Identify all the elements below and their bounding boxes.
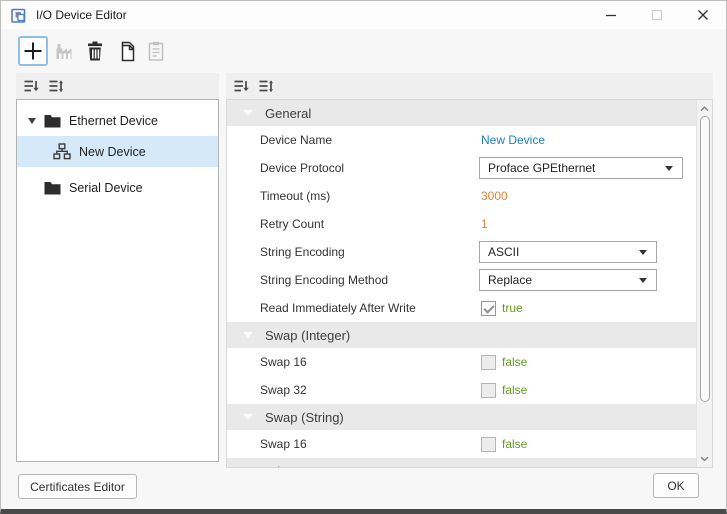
property-row: Device Name New Device xyxy=(227,126,696,154)
tree-panel-toolbar xyxy=(16,73,219,99)
section-label: General xyxy=(265,105,312,121)
device-name-value[interactable]: New Device xyxy=(481,133,545,147)
checkbox-value-label: false xyxy=(502,355,528,369)
section-label: Swap (Integer) xyxy=(265,327,351,343)
swap16-str-checkbox[interactable] xyxy=(481,436,496,452)
property-grid-content: General Device Name New Device Device Pr… xyxy=(227,100,696,468)
property-row: String Encoding ASCII xyxy=(227,238,696,266)
timeout-value[interactable]: 3000 xyxy=(481,189,508,203)
retry-count-value[interactable]: 1 xyxy=(481,217,488,231)
property-label: Read Immediately After Write xyxy=(260,301,416,315)
property-row: Timeout (ms) 3000 xyxy=(227,182,696,210)
expand-all-icon[interactable] xyxy=(48,78,65,95)
section-label: Swap (String) xyxy=(265,409,344,425)
swap32-int-checkbox[interactable] xyxy=(481,382,496,398)
property-row: Swap 16 false xyxy=(227,430,696,458)
property-label: String Encoding xyxy=(260,245,345,259)
device-group-icon xyxy=(54,40,76,62)
string-encoding-dropdown[interactable]: ASCII xyxy=(479,241,657,263)
property-row: Read Immediately After Write true xyxy=(227,294,696,322)
section-collapse-icon xyxy=(243,414,253,420)
tree-expander-icon[interactable] xyxy=(28,117,36,124)
scroll-up-icon[interactable] xyxy=(697,102,712,115)
chevron-down-icon xyxy=(639,249,647,255)
property-row: Retry Count 1 xyxy=(227,210,696,238)
scroll-down-icon[interactable] xyxy=(697,452,712,465)
section-swap-integer[interactable]: Swap (Integer) xyxy=(227,322,696,348)
section-label: Ethernet xyxy=(265,464,314,468)
chevron-down-icon xyxy=(665,165,673,171)
vertical-scrollbar[interactable] xyxy=(696,100,712,467)
scrollbar-thumb[interactable] xyxy=(699,116,710,402)
property-panel: General Device Name New Device Device Pr… xyxy=(226,73,713,468)
property-label: String Encoding Method xyxy=(260,273,389,287)
string-encoding-method-dropdown[interactable]: Replace xyxy=(479,269,657,291)
folder-icon xyxy=(44,114,61,128)
collapse-all-icon[interactable] xyxy=(23,78,40,95)
chevron-down-icon xyxy=(639,277,647,283)
window-controls xyxy=(588,1,726,29)
dropdown-value: ASCII xyxy=(488,245,520,259)
checkbox-value-label: true xyxy=(502,301,523,315)
tree-item-serial-device[interactable]: Serial Device xyxy=(17,172,218,203)
device-tree: Ethernet Device New Device Serial Device xyxy=(16,99,219,462)
titlebar: I/O Device Editor xyxy=(1,1,726,29)
section-general[interactable]: General xyxy=(227,100,696,126)
device-tree-panel: Ethernet Device New Device Serial Device xyxy=(16,73,219,462)
close-button[interactable] xyxy=(680,1,726,29)
paste-device-button xyxy=(144,39,168,63)
device-protocol-dropdown[interactable]: Proface GPEthernet xyxy=(479,157,683,179)
property-label: Retry Count xyxy=(260,217,325,231)
checkbox-value-label: false xyxy=(502,437,528,451)
dropdown-value: Proface GPEthernet xyxy=(488,161,596,175)
add-device-group-button xyxy=(53,39,77,63)
checkbox-value-label: false xyxy=(502,383,528,397)
add-device-button[interactable] xyxy=(18,36,48,66)
property-label: Device Name xyxy=(260,133,333,147)
property-grid: General Device Name New Device Device Pr… xyxy=(226,99,713,468)
section-collapse-icon xyxy=(243,332,253,338)
dropdown-value: Replace xyxy=(488,273,533,287)
copy-icon xyxy=(115,40,137,62)
property-row: Swap 32 false xyxy=(227,376,696,404)
tree-item-label: New Device xyxy=(79,144,146,159)
minimize-button[interactable] xyxy=(588,1,634,29)
expand-all-icon[interactable] xyxy=(258,78,275,95)
tree-item-label: Ethernet Device xyxy=(69,113,158,128)
certificates-editor-button[interactable]: Certificates Editor xyxy=(18,474,137,499)
section-swap-string[interactable]: Swap (String) xyxy=(227,404,696,430)
collapse-all-icon[interactable] xyxy=(233,78,250,95)
swap16-int-checkbox[interactable] xyxy=(481,354,496,370)
folder-icon xyxy=(44,181,61,195)
property-label: Device Protocol xyxy=(260,161,345,175)
window-title: I/O Device Editor xyxy=(36,8,127,22)
property-row: Device Protocol Proface GPEthernet xyxy=(227,154,696,182)
read-after-write-checkbox[interactable] xyxy=(481,300,496,316)
delete-device-button[interactable] xyxy=(83,39,107,63)
io-device-editor-window: I/O Device Editor Ethernet Device New De… xyxy=(0,0,727,514)
trash-icon xyxy=(84,40,106,62)
section-collapse-icon xyxy=(243,110,253,116)
paste-icon xyxy=(145,40,167,62)
copy-device-button[interactable] xyxy=(114,39,138,63)
property-label: Timeout (ms) xyxy=(260,189,331,203)
network-device-icon xyxy=(53,143,71,160)
property-label: Swap 32 xyxy=(260,383,307,397)
maximize-button xyxy=(634,1,680,29)
tree-item-label: Serial Device xyxy=(69,180,143,195)
plus-icon xyxy=(22,40,44,62)
property-panel-toolbar xyxy=(226,73,713,99)
app-icon xyxy=(11,7,27,23)
property-label: Swap 16 xyxy=(260,355,307,369)
section-ethernet[interactable]: Ethernet xyxy=(227,458,696,468)
ok-button[interactable]: OK xyxy=(653,473,699,498)
tree-item-new-device[interactable]: New Device xyxy=(17,136,218,167)
property-row: String Encoding Method Replace xyxy=(227,266,696,294)
tree-item-ethernet-device[interactable]: Ethernet Device xyxy=(17,105,218,136)
property-row: Swap 16 false xyxy=(227,348,696,376)
property-label: Swap 16 xyxy=(260,437,307,451)
